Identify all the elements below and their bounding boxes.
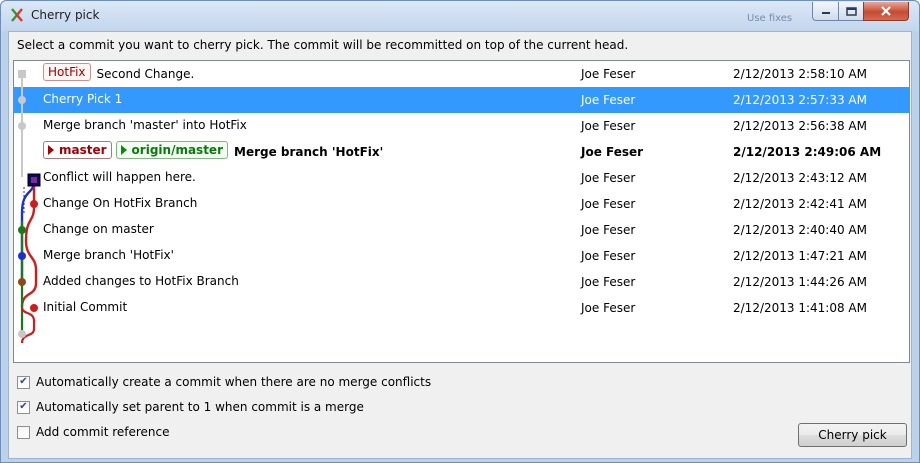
- branch-label-text: master: [59, 143, 107, 157]
- branch-label: master: [43, 141, 112, 159]
- commit-row[interactable]: Initial Commit Joe Feser 2/12/2013 1:41:08…: [14, 295, 909, 321]
- commit-message-cell: Change on master: [43, 222, 154, 236]
- cherry-pick-dialog: Cherry pick Use fixes Select a commit yo…: [0, 0, 920, 463]
- commit-reference-checkbox[interactable]: [17, 425, 30, 439]
- commit-author: Joe Feser: [581, 93, 636, 107]
- commit-node: [18, 96, 26, 104]
- commit-date: 2/12/2013 2:58:10 AM: [733, 67, 867, 81]
- commit-author: Joe Feser: [581, 171, 636, 185]
- commit-message: Merge branch 'HotFix': [43, 248, 174, 262]
- commit-author: Joe Feser: [581, 223, 636, 237]
- title-bar[interactable]: Cherry pick Use fixes: [1, 1, 919, 31]
- close-icon: [881, 6, 891, 16]
- commit-node: [30, 304, 38, 312]
- minimize-icon: [821, 12, 830, 14]
- cherry-pick-button[interactable]: Cherry pick: [798, 423, 907, 447]
- commit-row[interactable]: master origin/master Merge branch 'HotFix'…: [14, 139, 909, 165]
- commit-node: [30, 200, 38, 208]
- commit-date: 2/12/2013 1:41:08 AM: [733, 301, 867, 315]
- background-ghost-text: Use fixes: [747, 13, 793, 24]
- commit-message: Merge branch 'master' into HotFix: [43, 118, 247, 132]
- option-auto-commit[interactable]: ✔ Automatically create a commit when the…: [17, 374, 431, 390]
- commit-date: 2/12/2013 2:57:33 AM: [733, 93, 867, 107]
- minimize-button[interactable]: [812, 2, 839, 21]
- commit-message-cell: master origin/master Merge branch 'HotFix': [43, 141, 384, 159]
- dialog-body: Select a commit you want to cherry pick.…: [8, 31, 912, 459]
- close-button[interactable]: [863, 2, 909, 21]
- commit-row[interactable]: Cherry Pick 1 Joe Feser 2/12/2013 2:57:33 …: [14, 87, 909, 113]
- branch-label-text: origin/master: [131, 143, 223, 157]
- commit-row[interactable]: Change on master Joe Feser 2/12/2013 2:40:…: [14, 217, 909, 243]
- commit-author: Joe Feser: [581, 301, 636, 315]
- commit-message-cell: Merge branch 'HotFix': [43, 248, 174, 262]
- commit-message: Change On HotFix Branch: [43, 196, 198, 210]
- commit-date: 2/12/2013 2:49:06 AM: [733, 145, 882, 159]
- maximize-button[interactable]: [838, 2, 864, 21]
- commit-message: Change on master: [43, 222, 154, 236]
- commit-node: [18, 70, 26, 78]
- commit-date: 2/12/2013 1:47:21 AM: [733, 249, 867, 263]
- commit-row[interactable]: Merge branch 'HotFix' Joe Feser 2/12/2013 …: [14, 243, 909, 269]
- commit-author: Joe Feser: [581, 197, 636, 211]
- commit-message: Cherry Pick 1: [43, 92, 123, 106]
- set-parent-checkbox[interactable]: ✔: [17, 400, 30, 414]
- commit-author: Joe Feser: [581, 67, 636, 81]
- commit-row[interactable]: Merge branch 'master' into HotFix Joe Fes…: [14, 113, 909, 139]
- commit-author: Joe Feser: [581, 119, 636, 133]
- commit-row[interactable]: HotFix Second Change. Joe Feser 2/12/2013 2…: [14, 61, 909, 87]
- option-commit-reference[interactable]: Add commit reference: [17, 424, 170, 440]
- commit-message-cell: Conflict will happen here.: [43, 170, 196, 184]
- remote-triangle-icon: [120, 145, 127, 155]
- commit-author: Joe Feser: [581, 145, 644, 159]
- commit-message-cell: Added changes to HotFix Branch: [43, 274, 239, 288]
- commit-date: 2/12/2013 2:40:40 AM: [733, 223, 867, 237]
- auto-commit-checkbox[interactable]: ✔: [17, 375, 30, 389]
- maximize-icon: [845, 6, 857, 16]
- head-commit-node-inner: [31, 177, 37, 183]
- tag-label: HotFix: [43, 63, 91, 81]
- auto-commit-label: Automatically create a commit when there…: [36, 375, 432, 389]
- commit-message: Second Change.: [96, 66, 195, 81]
- commit-row[interactable]: Added changes to HotFix Branch Joe Feser 2…: [14, 269, 909, 295]
- commit-date: 2/12/2013 2:42:41 AM: [733, 197, 867, 211]
- instruction-text: Select a commit you want to cherry pick.…: [17, 38, 629, 52]
- commit-row[interactable]: Conflict will happen here. Joe Feser 2/12/…: [14, 165, 909, 191]
- commit-graph: [18, 70, 41, 344]
- set-parent-label: Automatically set parent to 1 when commi…: [36, 400, 364, 414]
- commit-message-cell: HotFix Second Change.: [43, 63, 195, 81]
- commit-date: 2/12/2013 1:44:26 AM: [733, 275, 867, 289]
- commit-node: [18, 252, 26, 260]
- commit-list[interactable]: HotFix Second Change. Joe Feser 2/12/2013 2…: [13, 60, 910, 363]
- remote-branch-label: origin/master: [115, 141, 228, 159]
- branch-triangle-icon: [48, 145, 54, 155]
- commit-reference-label: Add commit reference: [36, 425, 170, 439]
- commit-node: [18, 330, 26, 338]
- commit-node: [18, 226, 26, 234]
- commit-message: Merge branch 'HotFix': [234, 144, 384, 159]
- commit-message: Added changes to HotFix Branch: [43, 274, 239, 288]
- commit-message-cell: Merge branch 'master' into HotFix: [43, 118, 247, 132]
- commit-node: [18, 122, 26, 130]
- commit-author: Joe Feser: [581, 249, 636, 263]
- commit-node: [18, 278, 26, 286]
- commit-row[interactable]: Change On HotFix Branch Joe Feser 2/12/201…: [14, 191, 909, 217]
- window-title: Cherry pick: [31, 8, 100, 22]
- commit-author: Joe Feser: [581, 275, 636, 289]
- commit-message-cell: Initial Commit: [43, 300, 127, 314]
- git-cherry-pick-app-icon: [11, 8, 23, 22]
- commit-message: Initial Commit: [43, 300, 128, 314]
- commit-message: Conflict will happen here.: [43, 170, 196, 184]
- option-set-parent[interactable]: ✔ Automatically set parent to 1 when com…: [17, 399, 364, 415]
- commit-message-cell: Change On HotFix Branch: [43, 196, 197, 210]
- commit-date: 2/12/2013 2:56:38 AM: [733, 119, 867, 133]
- commit-message-cell: Cherry Pick 1: [43, 92, 122, 106]
- commit-date: 2/12/2013 2:43:12 AM: [733, 171, 867, 185]
